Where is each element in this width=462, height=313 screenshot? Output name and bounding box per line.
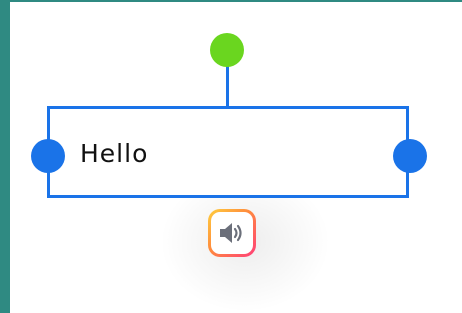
resize-handle-left[interactable] bbox=[31, 139, 65, 173]
rotate-handle[interactable] bbox=[210, 33, 244, 67]
resize-handle-right[interactable] bbox=[393, 139, 427, 173]
text-box[interactable]: Hello bbox=[47, 106, 409, 198]
speaker-icon bbox=[220, 223, 242, 243]
rotate-stem bbox=[226, 66, 229, 106]
audio-button[interactable] bbox=[208, 209, 256, 257]
audio-button-face bbox=[211, 212, 253, 254]
text-box-content[interactable]: Hello bbox=[80, 139, 148, 168]
editor-canvas: Hello bbox=[10, 2, 462, 313]
